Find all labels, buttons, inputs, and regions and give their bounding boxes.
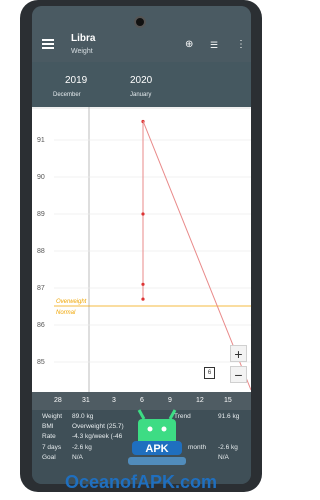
y-tick-label: 89	[37, 211, 45, 218]
month-label: December	[53, 92, 81, 98]
x-tick-label: 28	[54, 397, 62, 404]
more-vert-icon[interactable]: ⋮	[236, 40, 246, 50]
seven-days-label: 7 days	[42, 444, 62, 451]
year-label: 2020	[130, 75, 153, 86]
goal-value: N/A	[72, 454, 83, 461]
x-tick-label: 12	[196, 397, 204, 404]
rate-label: Rate	[42, 433, 56, 440]
month-label: January	[130, 92, 152, 98]
seven-days-value: -2.6 kg	[72, 444, 92, 451]
year-label: 2019	[65, 75, 88, 86]
expected-value: N/A	[218, 454, 229, 461]
add-circle-icon[interactable]: ⊕	[185, 40, 193, 50]
zoom-in-button[interactable]: +	[230, 345, 247, 362]
apk-logo-text: APK	[145, 443, 168, 455]
month-value: -2.6 kg	[218, 444, 238, 451]
y-tick-label: 86	[37, 322, 45, 329]
x-tick-label: 6	[140, 397, 144, 404]
month-label: month	[188, 444, 207, 451]
weight-point[interactable]	[141, 297, 145, 301]
app-bar: Libra Weight ⊕ ☰ ⋮	[32, 6, 251, 62]
app-subtitle: Weight	[71, 48, 93, 55]
bmi-label: BMI	[42, 423, 54, 430]
bmi-value: Overweight (25.7)	[72, 423, 124, 430]
x-tick-label: 3	[112, 397, 116, 404]
y-tick-label: 91	[37, 137, 45, 144]
weight-chart[interactable]: 91 90 89 88 87 86 85 Overweight Normal + −	[32, 105, 251, 392]
calendar-button[interactable]: 6	[204, 367, 215, 379]
trend-value: 91.6 kg	[218, 413, 240, 420]
y-tick-label: 87	[37, 285, 45, 292]
watermark-text: OceanofAPK.com	[64, 472, 218, 492]
weight-point[interactable]	[141, 282, 145, 286]
chart-svg: 91 90 89 88 87 86 85 Overweight Normal	[32, 105, 251, 392]
menu-icon[interactable]	[42, 39, 54, 49]
front-camera	[134, 16, 146, 28]
timeline-header: 2019 December 2020 January	[32, 62, 251, 107]
y-tick-label: 90	[37, 174, 45, 181]
weight-value: 89.0 kg	[72, 413, 94, 420]
band-label-normal: Normal	[56, 310, 76, 316]
band-label-overweight: Overweight	[56, 299, 87, 305]
zoom-out-button[interactable]: −	[230, 366, 247, 383]
x-tick-label: 15	[224, 397, 232, 404]
y-tick-label: 85	[37, 359, 45, 366]
x-tick-label: 31	[82, 397, 90, 404]
android-apk-logo: APK	[128, 409, 186, 465]
weight-label: Weight	[42, 413, 63, 420]
app-title: Libra	[71, 33, 96, 44]
list-icon[interactable]: ☰	[210, 40, 218, 50]
x-tick-label: 9	[168, 397, 172, 404]
weight-point[interactable]	[141, 212, 145, 216]
goal-label: Goal	[42, 454, 56, 461]
rate-value: -4.3 kg/week (-46	[72, 433, 123, 440]
y-tick-label: 88	[37, 248, 45, 255]
